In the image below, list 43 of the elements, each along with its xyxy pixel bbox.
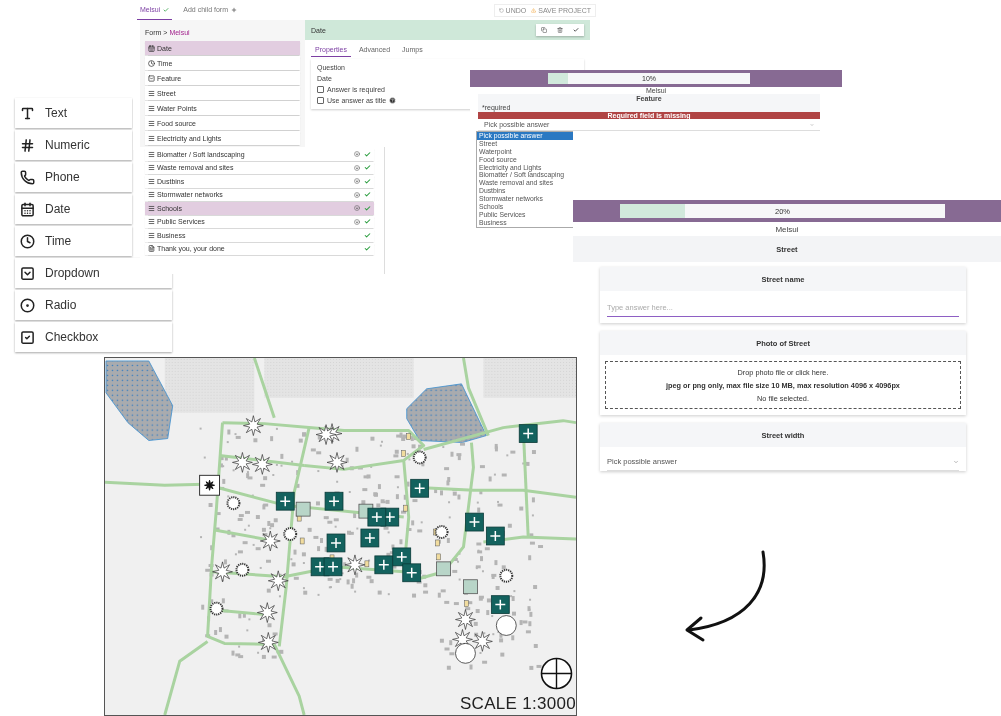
calendar-icon bbox=[148, 44, 155, 52]
phone-icon bbox=[20, 169, 35, 185]
compass-icon bbox=[540, 657, 573, 690]
list-icon bbox=[148, 231, 155, 239]
field-type-button[interactable]: Numeric bbox=[15, 130, 132, 160]
list-icon bbox=[148, 104, 155, 112]
list-icon bbox=[148, 164, 155, 172]
checkbox[interactable] bbox=[317, 97, 324, 104]
calendar-icon bbox=[20, 201, 35, 217]
checkbox[interactable] bbox=[317, 86, 324, 93]
form-title: Melsui bbox=[774, 224, 800, 236]
caret-icon bbox=[953, 458, 959, 465]
field-type-button[interactable]: Time bbox=[15, 226, 132, 256]
list-icon bbox=[148, 134, 155, 142]
map-scale: SCALE 1:3000 bbox=[459, 694, 576, 714]
dropdown-icon bbox=[20, 265, 35, 281]
type-icon bbox=[20, 105, 35, 121]
field-type-button[interactable]: Phone bbox=[15, 162, 132, 192]
list-icon bbox=[148, 119, 155, 127]
field-type-button[interactable]: Date bbox=[15, 194, 132, 224]
clock-icon bbox=[20, 233, 35, 249]
undo-icon bbox=[498, 7, 504, 13]
list-icon bbox=[148, 218, 155, 226]
check-icon bbox=[573, 27, 579, 33]
copy-icon bbox=[541, 27, 547, 33]
field-type-button[interactable]: Checkbox bbox=[15, 322, 172, 352]
checkbox-icon bbox=[20, 329, 35, 345]
field-type-button[interactable]: Radio bbox=[15, 290, 172, 320]
hash-icon bbox=[20, 137, 35, 153]
plus-icon bbox=[231, 6, 237, 13]
list-icon bbox=[148, 177, 155, 185]
warning-icon bbox=[531, 7, 537, 13]
check-icon bbox=[163, 6, 170, 13]
field-type-button[interactable]: Text bbox=[15, 98, 132, 128]
list-icon bbox=[148, 150, 155, 158]
list-icon bbox=[148, 191, 155, 199]
dropdown-icon bbox=[148, 74, 155, 82]
document-icon bbox=[148, 245, 155, 253]
list-icon bbox=[148, 204, 155, 212]
trash-icon bbox=[557, 27, 563, 33]
radio-icon bbox=[20, 297, 35, 313]
list-icon bbox=[148, 89, 155, 97]
clock-icon bbox=[148, 59, 155, 67]
